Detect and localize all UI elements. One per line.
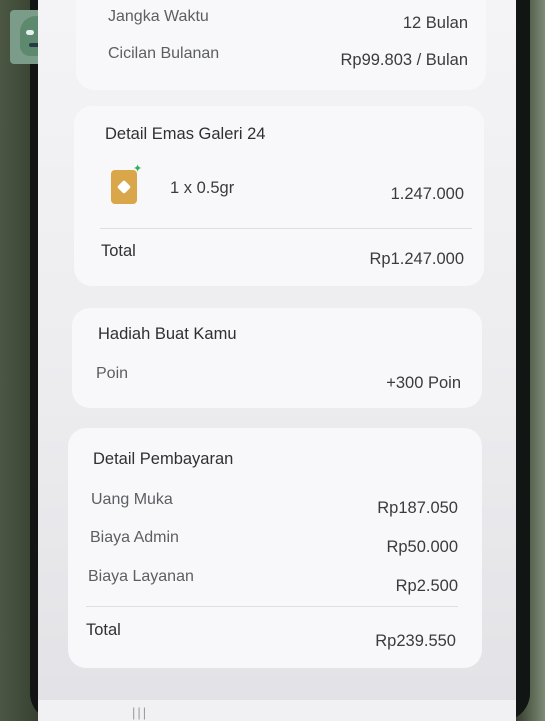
detail-emas-divider (100, 228, 472, 229)
cicilan-label: Cicilan Bulanan (108, 45, 220, 62)
biaya-layanan-value: Rp2.500 (395, 577, 458, 595)
detail-emas-title: Detail Emas Galeri 24 (105, 125, 266, 143)
detail-emas-total-value: Rp1.247.000 (369, 250, 465, 268)
poin-label: Poin (96, 365, 129, 382)
bottom-nav-bar (38, 700, 516, 721)
pembayaran-total-label: Total (86, 621, 121, 639)
poin-value: +300 Poin (386, 374, 461, 392)
detail-emas-total-label: Total (101, 242, 136, 260)
biaya-layanan-label: Biaya Layanan (88, 568, 194, 585)
pembayaran-total-value: Rp239.550 (375, 632, 456, 650)
biaya-admin-value: Rp50.000 (386, 538, 458, 556)
cicilan-value: Rp99.803 / Bulan (340, 51, 468, 69)
pembayaran-divider (86, 606, 458, 607)
avatar-eye-left (26, 30, 34, 35)
hadiah-card (72, 308, 482, 408)
biaya-admin-label: Biaya Admin (90, 529, 179, 546)
gold-bar-icon: ✦ (111, 164, 142, 204)
recent-apps-button[interactable]: ||| (132, 705, 148, 720)
gold-bar-diamond (116, 179, 132, 195)
gold-item-price: 1.247.000 (390, 185, 464, 203)
jangka-waktu-value: 12 Bulan (402, 14, 468, 32)
pembayaran-title: Detail Pembayaran (93, 450, 234, 468)
uang-muka-label: Uang Muka (91, 491, 173, 508)
hadiah-title: Hadiah Buat Kamu (98, 325, 237, 343)
jangka-waktu-label: Jangka Waktu (108, 8, 209, 25)
uang-muka-value: Rp187.050 (377, 499, 458, 517)
sparkle-icon: ✦ (133, 163, 143, 175)
gold-item-quantity: 1 x 0.5gr (170, 179, 235, 197)
app-screen: Jangka Waktu 12 Bulan Cicilan Bulanan Rp… (38, 0, 516, 721)
